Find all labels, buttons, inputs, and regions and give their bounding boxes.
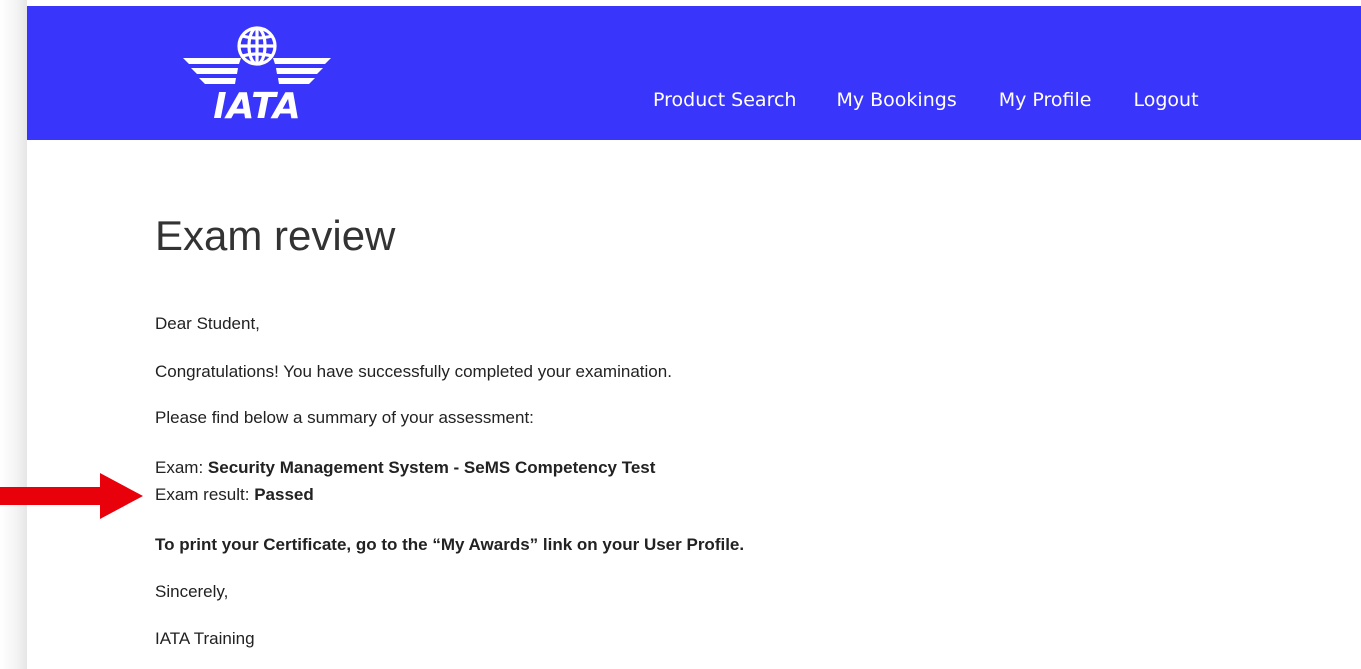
closing-text: Sincerely, [155,582,229,601]
main-nav: Product Search My Bookings My Profile Lo… [653,88,1199,112]
site-header: IATA Product Search My Bookings My Profi… [27,6,1361,140]
nav-my-bookings[interactable]: My Bookings [836,88,956,112]
exam-line: Exam: Security Management System - SeMS … [155,458,655,478]
page-shadow [0,0,27,669]
exam-result-label: Exam result: [155,485,255,504]
right-arrow-icon [0,473,143,519]
summary-intro-text: Please find below a summary of your asse… [155,408,534,427]
nav-my-profile[interactable]: My Profile [999,88,1092,112]
exam-name: Security Management System - SeMS Compet… [207,458,656,477]
exam-result-value: Passed [254,485,314,504]
print-certificate-notice: To print your Certificate, go to the “My… [155,535,745,554]
exam-label: Exam: [155,458,208,477]
greeting-text: Dear Student, [155,314,260,333]
nav-logout[interactable]: Logout [1133,88,1198,112]
logo-text: IATA [213,86,300,120]
signature-text: IATA Training [155,629,255,648]
nav-product-search[interactable]: Product Search [653,88,796,112]
page: IATA Product Search My Bookings My Profi… [27,6,1361,669]
iata-logo[interactable]: IATA [183,24,331,120]
exam-result-line: Exam result: Passed [155,485,314,505]
congrats-text: Congratulations! You have successfully c… [155,362,672,381]
page-title: Exam review [155,212,396,259]
